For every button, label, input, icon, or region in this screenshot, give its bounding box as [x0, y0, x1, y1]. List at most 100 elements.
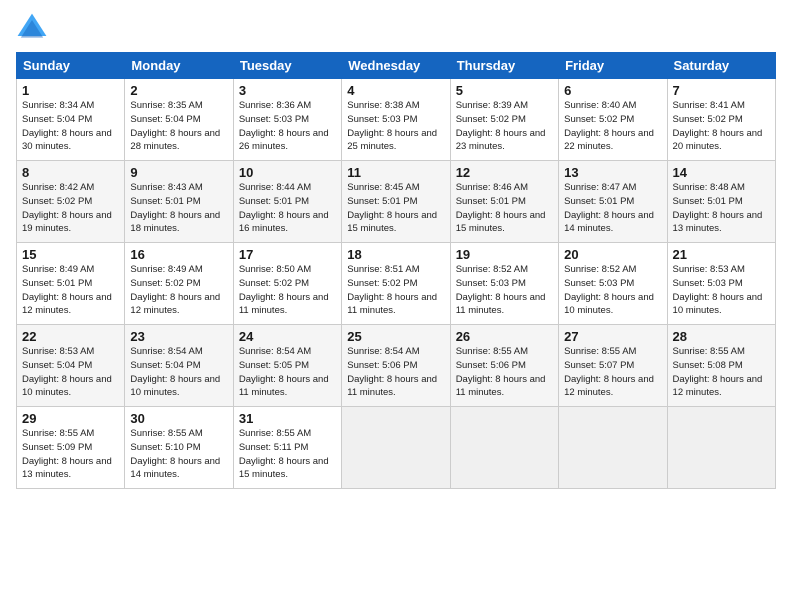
- day-info: Sunrise: 8:53 AM Sunset: 5:03 PM Dayligh…: [673, 263, 770, 318]
- day-number: 22: [22, 329, 119, 344]
- day-info: Sunrise: 8:34 AM Sunset: 5:04 PM Dayligh…: [22, 99, 119, 154]
- empty-cell-4-5: [559, 407, 667, 489]
- empty-cell-4-6: [667, 407, 775, 489]
- calendar: Sunday Monday Tuesday Wednesday Thursday…: [16, 52, 776, 489]
- day-cell-19: 19 Sunrise: 8:52 AM Sunset: 5:03 PM Dayl…: [450, 243, 558, 325]
- day-number: 16: [130, 247, 227, 262]
- day-info: Sunrise: 8:52 AM Sunset: 5:03 PM Dayligh…: [456, 263, 553, 318]
- day-cell-27: 27 Sunrise: 8:55 AM Sunset: 5:07 PM Dayl…: [559, 325, 667, 407]
- day-number: 27: [564, 329, 661, 344]
- day-info: Sunrise: 8:55 AM Sunset: 5:08 PM Dayligh…: [673, 345, 770, 400]
- logo-icon: [16, 12, 48, 44]
- header: [16, 12, 776, 44]
- day-number: 25: [347, 329, 444, 344]
- day-number: 18: [347, 247, 444, 262]
- day-info: Sunrise: 8:36 AM Sunset: 5:03 PM Dayligh…: [239, 99, 336, 154]
- day-number: 10: [239, 165, 336, 180]
- day-cell-8: 8 Sunrise: 8:42 AM Sunset: 5:02 PM Dayli…: [17, 161, 125, 243]
- logo: [16, 12, 52, 44]
- day-cell-2: 2 Sunrise: 8:35 AM Sunset: 5:04 PM Dayli…: [125, 79, 233, 161]
- day-info: Sunrise: 8:49 AM Sunset: 5:01 PM Dayligh…: [22, 263, 119, 318]
- week-row-4: 22 Sunrise: 8:53 AM Sunset: 5:04 PM Dayl…: [17, 325, 776, 407]
- day-cell-31: 31 Sunrise: 8:55 AM Sunset: 5:11 PM Dayl…: [233, 407, 341, 489]
- day-number: 12: [456, 165, 553, 180]
- day-cell-7: 7 Sunrise: 8:41 AM Sunset: 5:02 PM Dayli…: [667, 79, 775, 161]
- header-sunday: Sunday: [17, 53, 125, 79]
- day-info: Sunrise: 8:43 AM Sunset: 5:01 PM Dayligh…: [130, 181, 227, 236]
- day-number: 7: [673, 83, 770, 98]
- day-cell-24: 24 Sunrise: 8:54 AM Sunset: 5:05 PM Dayl…: [233, 325, 341, 407]
- day-number: 28: [673, 329, 770, 344]
- day-cell-15: 15 Sunrise: 8:49 AM Sunset: 5:01 PM Dayl…: [17, 243, 125, 325]
- empty-cell-4-3: [342, 407, 450, 489]
- day-info: Sunrise: 8:54 AM Sunset: 5:06 PM Dayligh…: [347, 345, 444, 400]
- day-info: Sunrise: 8:55 AM Sunset: 5:09 PM Dayligh…: [22, 427, 119, 482]
- day-cell-17: 17 Sunrise: 8:50 AM Sunset: 5:02 PM Dayl…: [233, 243, 341, 325]
- day-info: Sunrise: 8:47 AM Sunset: 5:01 PM Dayligh…: [564, 181, 661, 236]
- day-cell-30: 30 Sunrise: 8:55 AM Sunset: 5:10 PM Dayl…: [125, 407, 233, 489]
- header-tuesday: Tuesday: [233, 53, 341, 79]
- day-number: 24: [239, 329, 336, 344]
- day-number: 9: [130, 165, 227, 180]
- day-info: Sunrise: 8:41 AM Sunset: 5:02 PM Dayligh…: [673, 99, 770, 154]
- day-number: 2: [130, 83, 227, 98]
- day-number: 8: [22, 165, 119, 180]
- empty-cell-4-4: [450, 407, 558, 489]
- day-info: Sunrise: 8:45 AM Sunset: 5:01 PM Dayligh…: [347, 181, 444, 236]
- day-info: Sunrise: 8:53 AM Sunset: 5:04 PM Dayligh…: [22, 345, 119, 400]
- day-info: Sunrise: 8:39 AM Sunset: 5:02 PM Dayligh…: [456, 99, 553, 154]
- day-cell-11: 11 Sunrise: 8:45 AM Sunset: 5:01 PM Dayl…: [342, 161, 450, 243]
- header-friday: Friday: [559, 53, 667, 79]
- day-number: 31: [239, 411, 336, 426]
- day-cell-1: 1 Sunrise: 8:34 AM Sunset: 5:04 PM Dayli…: [17, 79, 125, 161]
- day-number: 15: [22, 247, 119, 262]
- day-info: Sunrise: 8:55 AM Sunset: 5:06 PM Dayligh…: [456, 345, 553, 400]
- day-number: 19: [456, 247, 553, 262]
- weekday-header-row: Sunday Monday Tuesday Wednesday Thursday…: [17, 53, 776, 79]
- calendar-body: 1 Sunrise: 8:34 AM Sunset: 5:04 PM Dayli…: [17, 79, 776, 489]
- day-number: 5: [456, 83, 553, 98]
- day-number: 20: [564, 247, 661, 262]
- day-cell-21: 21 Sunrise: 8:53 AM Sunset: 5:03 PM Dayl…: [667, 243, 775, 325]
- day-info: Sunrise: 8:46 AM Sunset: 5:01 PM Dayligh…: [456, 181, 553, 236]
- day-cell-5: 5 Sunrise: 8:39 AM Sunset: 5:02 PM Dayli…: [450, 79, 558, 161]
- header-monday: Monday: [125, 53, 233, 79]
- day-cell-4: 4 Sunrise: 8:38 AM Sunset: 5:03 PM Dayli…: [342, 79, 450, 161]
- day-info: Sunrise: 8:55 AM Sunset: 5:11 PM Dayligh…: [239, 427, 336, 482]
- day-info: Sunrise: 8:40 AM Sunset: 5:02 PM Dayligh…: [564, 99, 661, 154]
- day-number: 6: [564, 83, 661, 98]
- day-number: 17: [239, 247, 336, 262]
- day-cell-28: 28 Sunrise: 8:55 AM Sunset: 5:08 PM Dayl…: [667, 325, 775, 407]
- day-cell-25: 25 Sunrise: 8:54 AM Sunset: 5:06 PM Dayl…: [342, 325, 450, 407]
- day-cell-14: 14 Sunrise: 8:48 AM Sunset: 5:01 PM Dayl…: [667, 161, 775, 243]
- header-thursday: Thursday: [450, 53, 558, 79]
- day-info: Sunrise: 8:54 AM Sunset: 5:04 PM Dayligh…: [130, 345, 227, 400]
- day-number: 13: [564, 165, 661, 180]
- day-cell-3: 3 Sunrise: 8:36 AM Sunset: 5:03 PM Dayli…: [233, 79, 341, 161]
- week-row-5: 29 Sunrise: 8:55 AM Sunset: 5:09 PM Dayl…: [17, 407, 776, 489]
- day-cell-26: 26 Sunrise: 8:55 AM Sunset: 5:06 PM Dayl…: [450, 325, 558, 407]
- day-info: Sunrise: 8:54 AM Sunset: 5:05 PM Dayligh…: [239, 345, 336, 400]
- day-info: Sunrise: 8:55 AM Sunset: 5:07 PM Dayligh…: [564, 345, 661, 400]
- day-cell-10: 10 Sunrise: 8:44 AM Sunset: 5:01 PM Dayl…: [233, 161, 341, 243]
- day-number: 26: [456, 329, 553, 344]
- day-info: Sunrise: 8:51 AM Sunset: 5:02 PM Dayligh…: [347, 263, 444, 318]
- day-number: 1: [22, 83, 119, 98]
- day-number: 4: [347, 83, 444, 98]
- day-info: Sunrise: 8:48 AM Sunset: 5:01 PM Dayligh…: [673, 181, 770, 236]
- day-cell-6: 6 Sunrise: 8:40 AM Sunset: 5:02 PM Dayli…: [559, 79, 667, 161]
- day-cell-29: 29 Sunrise: 8:55 AM Sunset: 5:09 PM Dayl…: [17, 407, 125, 489]
- day-info: Sunrise: 8:35 AM Sunset: 5:04 PM Dayligh…: [130, 99, 227, 154]
- day-cell-9: 9 Sunrise: 8:43 AM Sunset: 5:01 PM Dayli…: [125, 161, 233, 243]
- day-info: Sunrise: 8:52 AM Sunset: 5:03 PM Dayligh…: [564, 263, 661, 318]
- day-number: 30: [130, 411, 227, 426]
- page: Sunday Monday Tuesday Wednesday Thursday…: [0, 0, 792, 612]
- day-info: Sunrise: 8:50 AM Sunset: 5:02 PM Dayligh…: [239, 263, 336, 318]
- day-cell-18: 18 Sunrise: 8:51 AM Sunset: 5:02 PM Dayl…: [342, 243, 450, 325]
- day-info: Sunrise: 8:49 AM Sunset: 5:02 PM Dayligh…: [130, 263, 227, 318]
- day-number: 14: [673, 165, 770, 180]
- day-number: 21: [673, 247, 770, 262]
- header-wednesday: Wednesday: [342, 53, 450, 79]
- header-saturday: Saturday: [667, 53, 775, 79]
- day-info: Sunrise: 8:55 AM Sunset: 5:10 PM Dayligh…: [130, 427, 227, 482]
